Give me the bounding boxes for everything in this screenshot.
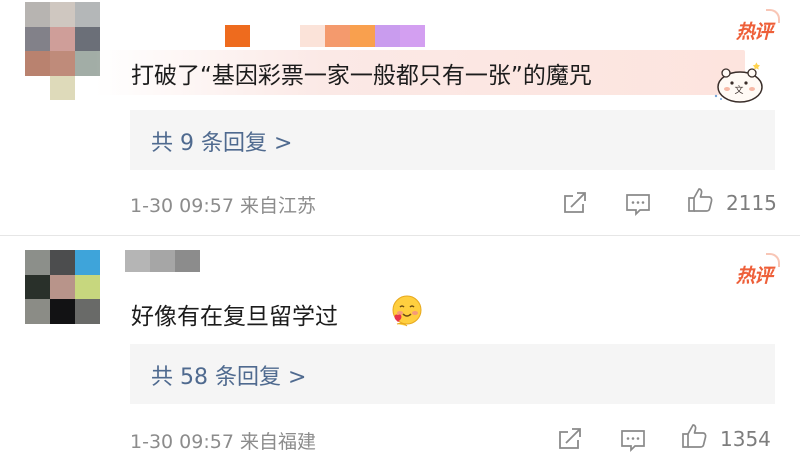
username-pixel bbox=[375, 25, 400, 47]
share-icon[interactable] bbox=[561, 189, 589, 217]
hot-comment-badge: 热评 bbox=[736, 9, 781, 44]
username-pixel bbox=[325, 25, 350, 47]
avatar-pixel bbox=[25, 51, 50, 76]
avatar-pixel bbox=[75, 250, 100, 275]
avatar-pixel bbox=[25, 299, 50, 324]
avatar-pixel bbox=[50, 250, 75, 275]
avatar-pixel bbox=[75, 26, 100, 51]
avatar-pixel bbox=[50, 51, 75, 76]
comment-meta: 1-30 09:57 来自福建 bbox=[130, 427, 316, 454]
avatar-pixel bbox=[50, 2, 75, 27]
avatar-pixel bbox=[75, 274, 100, 300]
like-count: 2115 bbox=[726, 191, 777, 215]
comment-meta: 1-30 09:57 来自江苏 bbox=[130, 191, 316, 218]
username-pixel bbox=[125, 250, 150, 272]
view-replies-link[interactable]: 共 58 条回复 > bbox=[151, 359, 306, 391]
avatar[interactable] bbox=[25, 2, 100, 100]
share-icon[interactable] bbox=[556, 425, 584, 453]
avatar-pixel bbox=[75, 299, 100, 324]
username-pixel bbox=[200, 25, 225, 47]
avatar-pixel bbox=[50, 274, 75, 300]
avatar-pixel bbox=[25, 274, 50, 300]
avatar-pixel bbox=[25, 26, 50, 51]
username-pixel bbox=[150, 250, 175, 272]
avatar-pixel bbox=[50, 299, 75, 324]
bear-sticker-icon: 文 bbox=[714, 62, 763, 103]
comment-icon[interactable] bbox=[619, 426, 647, 454]
avatar-pixel bbox=[25, 75, 50, 100]
thumbs-up-icon[interactable] bbox=[680, 422, 708, 450]
comment-card-1: 热评 打破了“基因彩票一家一般都只有一张”的魔咒 文 共 9 条回复 > 1-3… bbox=[0, 0, 800, 236]
hot-comment-badge: 热评 bbox=[736, 253, 781, 288]
avatar-pixel bbox=[50, 26, 75, 51]
comment-time: 1-30 09:57 bbox=[130, 431, 234, 453]
username-blurred[interactable] bbox=[125, 250, 200, 272]
username-pixel bbox=[175, 250, 200, 272]
comment-source: 来自福建 bbox=[239, 431, 316, 453]
avatar-pixel bbox=[25, 2, 50, 27]
username-pixel bbox=[225, 25, 250, 47]
reply-box[interactable]: 共 58 条回复 > bbox=[130, 344, 775, 404]
comment-card-2: 热评 好像有在复旦留学过 共 58 条回复 > 1-30 09:57 来自福建 … bbox=[0, 236, 800, 471]
svg-text:文: 文 bbox=[734, 84, 743, 96]
avatar-pixel bbox=[25, 250, 50, 275]
avatar-pixel bbox=[75, 2, 100, 27]
username-blurred[interactable] bbox=[200, 25, 425, 47]
comment-text: 好像有在复旦留学过 bbox=[131, 304, 338, 330]
username-pixel bbox=[350, 25, 375, 47]
reply-box[interactable]: 共 9 条回复 > bbox=[130, 110, 775, 170]
avatar[interactable] bbox=[25, 250, 100, 324]
hugging-face-emoji-icon bbox=[392, 295, 422, 327]
username-pixel bbox=[300, 25, 325, 47]
thumbs-up-icon[interactable] bbox=[686, 186, 714, 214]
like-count: 1354 bbox=[720, 427, 771, 451]
comment-text: 打破了“基因彩票一家一般都只有一张”的魔咒 bbox=[131, 63, 592, 89]
username-pixel bbox=[400, 25, 425, 47]
comment-icon[interactable] bbox=[624, 190, 652, 218]
username-pixel bbox=[250, 25, 300, 47]
comment-time: 1-30 09:57 bbox=[130, 195, 234, 217]
comment-source: 来自江苏 bbox=[239, 195, 316, 217]
avatar-pixel bbox=[50, 75, 75, 100]
view-replies-link[interactable]: 共 9 条回复 > bbox=[151, 125, 292, 157]
